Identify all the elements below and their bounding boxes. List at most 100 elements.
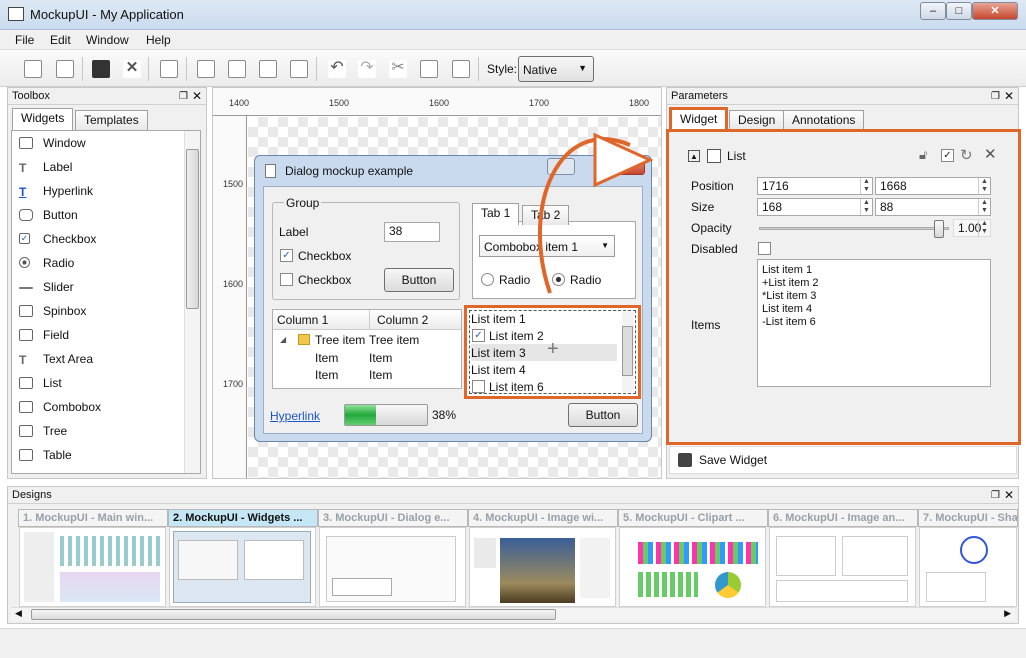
design-thumbnail[interactable] (919, 527, 1017, 607)
visible-checkbox[interactable]: ✓ (941, 149, 954, 162)
opacity-slider[interactable] (759, 220, 949, 238)
design-tab-7[interactable]: 7. MockupUI - Shap (918, 509, 1018, 527)
list-item[interactable]: List (16, 373, 186, 393)
menu-edit[interactable]: Edit (50, 33, 71, 47)
designs-scrollbar[interactable]: ◀ ▶ (11, 607, 1015, 621)
scrollbar-thumb[interactable] (31, 609, 556, 620)
group-button[interactable]: Button (384, 268, 454, 292)
undock-icon[interactable]: ❐ (991, 488, 1000, 504)
expand-arrow-icon[interactable]: ◢ (280, 335, 286, 344)
scrollbar-thumb[interactable] (186, 149, 199, 309)
export-images-icon[interactable] (228, 60, 246, 78)
tab-design[interactable]: Design (729, 110, 785, 130)
list-item[interactable]: Field (16, 325, 186, 345)
undo-icon[interactable]: ↶ (328, 60, 346, 78)
design-tab-6[interactable]: 6. MockupUI - Image an... (768, 509, 918, 527)
list-scrollbar[interactable] (622, 312, 634, 392)
refresh-icon[interactable]: ↻ (960, 146, 973, 164)
list-item[interactable]: Slider (16, 277, 186, 297)
list-item[interactable]: List item 2 (489, 329, 544, 343)
design-thumbnail[interactable] (769, 527, 916, 607)
list-item[interactable]: Button (16, 205, 186, 225)
items-textarea[interactable]: List item 1 +List item 2 *List item 3 Li… (757, 259, 991, 387)
menu-file[interactable]: File (15, 33, 34, 47)
tab-annotations[interactable]: Annotations (783, 110, 865, 130)
list-item[interactable]: ✓ Checkbox (16, 229, 186, 249)
menu-help[interactable]: Help (146, 33, 171, 47)
save-widget-button[interactable]: Save Widget (669, 446, 1017, 474)
design-tab-3[interactable]: 3. MockupUI - Dialog e... (318, 509, 468, 527)
close-icon[interactable]: ✕ (1004, 88, 1014, 104)
menu-window[interactable]: Window (86, 33, 129, 47)
column-header[interactable]: Column 1 (277, 313, 328, 327)
undock-icon[interactable]: ❐ (991, 89, 1000, 105)
close-icon[interactable]: ✕ (1004, 487, 1014, 503)
design-thumbnail[interactable] (469, 527, 616, 607)
tree-cell[interactable]: Tree item (315, 333, 365, 347)
list-item[interactable]: Window (16, 133, 186, 153)
new-from-template-icon[interactable] (56, 60, 74, 78)
tree-cell[interactable]: Item (315, 351, 338, 365)
toolbox-scrollbar[interactable] (184, 131, 200, 473)
list-item[interactable]: Combobox (16, 397, 186, 417)
list-item[interactable]: List item 4 (471, 363, 526, 377)
column-header[interactable]: Column 2 (377, 313, 428, 327)
scroll-right-icon[interactable]: ▶ (1004, 608, 1011, 619)
lock-icon[interactable]: 🔓︎ (919, 147, 927, 163)
design-tab-5[interactable]: 5. MockupUI - Clipart ... (618, 509, 768, 527)
delete-icon[interactable]: ✕ (984, 145, 997, 163)
paste-icon[interactable] (452, 60, 470, 78)
collapse-icon[interactable]: ▲ (688, 150, 700, 162)
print-icon[interactable] (290, 60, 308, 78)
spinbox-input[interactable]: 38 (384, 222, 440, 242)
design-thumbnail[interactable] (319, 527, 466, 607)
maximize-button[interactable]: □ (946, 2, 972, 20)
list-item[interactable]: Spinbox (16, 301, 186, 321)
tab-widgets[interactable]: Widgets (12, 108, 74, 130)
list-item[interactable]: Tree (16, 421, 186, 441)
radio-unselected[interactable] (481, 273, 494, 286)
list-item-checkbox[interactable] (472, 380, 485, 393)
design-thumbnail[interactable] (19, 527, 166, 607)
undock-icon[interactable]: ❐ (179, 89, 188, 105)
save-icon[interactable] (92, 60, 110, 78)
export-pdf-icon[interactable] (259, 60, 277, 78)
size-height-field[interactable]: 88 (875, 198, 991, 216)
redo-icon[interactable]: ↷ (358, 60, 376, 78)
tree-cell[interactable]: Item (315, 368, 338, 382)
spin-arrows-icon[interactable]: ▲ ▼ (860, 178, 872, 194)
tab-widget[interactable]: Widget (669, 107, 729, 131)
list-item[interactable]: T Text Area (16, 349, 186, 369)
list-item[interactable]: List item 6 (489, 380, 544, 394)
tree-view[interactable]: Column 1 Column 2 ◢ Tree item Tree item … (272, 309, 462, 389)
list-item[interactable]: T Label (16, 157, 186, 177)
new-icon[interactable] (24, 60, 42, 78)
position-x-field[interactable]: 1716 (757, 177, 873, 195)
list-item-checkbox[interactable]: ✓ (472, 329, 485, 342)
dialog-button[interactable]: Button (568, 403, 638, 427)
export-icon[interactable] (160, 60, 178, 78)
list-item[interactable]: T Hyperlink (16, 181, 186, 201)
spin-arrows-icon[interactable]: ▲ ▼ (978, 199, 990, 215)
close-icon[interactable]: ✕ (192, 88, 202, 104)
design-tab-4[interactable]: 4. MockupUI - Image wi... (468, 509, 618, 527)
spin-arrows-icon[interactable]: ▲ ▼ (978, 220, 990, 236)
slider-thumb[interactable] (934, 220, 944, 238)
tab-templates[interactable]: Templates (75, 110, 148, 130)
spin-arrows-icon[interactable]: ▲ ▼ (860, 199, 872, 215)
design-thumbnail[interactable] (619, 527, 766, 607)
disabled-checkbox[interactable] (758, 242, 771, 255)
cut-icon[interactable]: ✂ (389, 60, 407, 78)
close-button[interactable]: ✕ (972, 2, 1018, 20)
minimize-button[interactable]: – (920, 2, 946, 20)
list-item[interactable]: Radio (16, 253, 186, 273)
size-width-field[interactable]: 168 (757, 198, 873, 216)
design-thumbnail-active[interactable] (169, 527, 316, 607)
design-tab-2[interactable]: 2. MockupUI - Widgets ... (168, 509, 318, 527)
clipboard-icon[interactable] (197, 60, 215, 78)
checkbox-checked[interactable]: ✓ (280, 249, 293, 262)
hyperlink[interactable]: Hyperlink (270, 409, 320, 423)
copy-icon[interactable] (420, 60, 438, 78)
checkbox-unchecked[interactable] (280, 273, 293, 286)
list-widget-selected[interactable]: List item 1 ✓ List item 2 List item 3 + … (464, 305, 641, 399)
